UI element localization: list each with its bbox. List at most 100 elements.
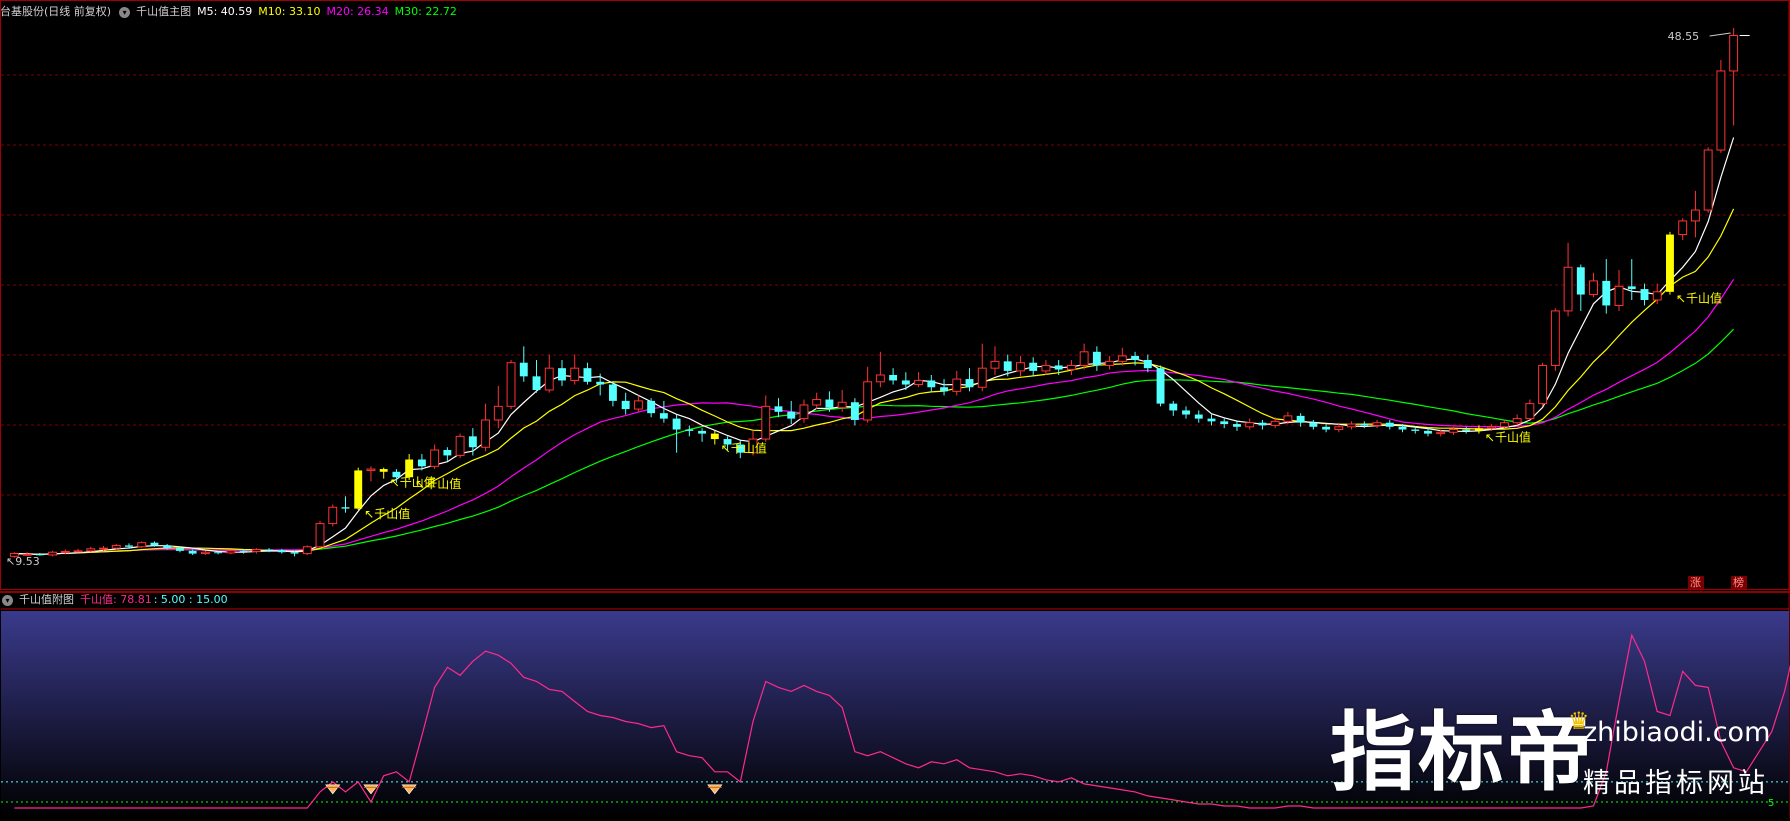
candle-body (1169, 403, 1178, 411)
candle-body (277, 550, 286, 553)
candle-body (455, 435, 465, 456)
candle-body (226, 550, 236, 554)
candle-body (1462, 429, 1471, 431)
high-pointer (1709, 32, 1731, 37)
corner-tag: 榜 (1733, 575, 1744, 589)
candle-body (1054, 365, 1063, 370)
ma10-line (14, 208, 1735, 555)
candle-body (596, 381, 605, 385)
candle-body (175, 548, 184, 551)
candle-body (1563, 266, 1573, 312)
signal-label: ↖千山值 (364, 506, 410, 521)
ma30-line (14, 328, 1735, 555)
candle-body (1602, 280, 1611, 306)
candle-body (532, 376, 541, 390)
ma-legend-item: M20: 26.34 (326, 5, 389, 18)
candle-body (163, 545, 172, 549)
main-indicator-name[interactable]: 千山值主图 (136, 5, 191, 18)
signal-label: ↖千山值 (1676, 291, 1722, 306)
candle-body (188, 550, 197, 554)
candle-body (1666, 234, 1674, 292)
candle-body (1029, 362, 1038, 371)
candle-body (1627, 286, 1636, 290)
candle-body (1131, 355, 1140, 360)
candle-body (251, 549, 261, 553)
candle-body (1296, 415, 1305, 423)
candle-body (1016, 362, 1025, 372)
chevron-down-icon[interactable]: ▾ (2, 594, 13, 606)
candlestick-series (9, 28, 1739, 558)
candle-body (1270, 420, 1280, 426)
high-price-label: 48.55 (1668, 30, 1700, 43)
candle-body (1398, 426, 1407, 430)
candle-body (837, 401, 847, 409)
candle-body (544, 367, 554, 391)
candle-body (1322, 426, 1331, 430)
candle-body (125, 545, 133, 547)
candle-body (1143, 359, 1152, 369)
candle-body (1233, 424, 1241, 427)
osc-value-label: 千山值: 78.81 (80, 593, 152, 606)
candle-body (761, 405, 771, 440)
candle-body (914, 379, 924, 386)
candle-body (710, 433, 719, 440)
low-price-label: ↖9.53 (6, 555, 40, 568)
signal-label: ↖千山值 (415, 476, 461, 491)
candle-body (621, 400, 630, 410)
candle-body (99, 547, 108, 550)
candle-body (150, 542, 159, 546)
candle-body (1690, 209, 1700, 222)
candle-body (940, 387, 948, 392)
candle-body (1220, 421, 1229, 425)
candle-body (1411, 429, 1420, 431)
candle-body (1576, 267, 1585, 295)
candle-body (583, 368, 592, 382)
candle-body (1474, 428, 1483, 431)
candle-body (774, 406, 783, 412)
main-panel-border (0, 0, 1790, 590)
candle-body (875, 374, 885, 383)
candle-body (672, 418, 681, 430)
candle-body (481, 419, 491, 448)
candle-body (1703, 149, 1713, 211)
sub-indicator-name[interactable]: 千山值附图 (19, 593, 74, 606)
signal-label: ↖千山值 (721, 441, 767, 456)
candle-body (341, 507, 350, 509)
candle-body (1499, 422, 1509, 428)
candle-body (977, 367, 987, 388)
candle-body (570, 367, 580, 381)
chevron-down-icon[interactable]: ▾ (119, 6, 131, 18)
candle-body (302, 546, 312, 555)
sub-background (1, 611, 1789, 818)
candle-body (1309, 422, 1318, 427)
candle-body (647, 400, 656, 414)
candle-body (685, 429, 694, 431)
candle-body (1487, 426, 1497, 429)
level-tick-label: 5 (1768, 798, 1774, 809)
candle-body (1156, 368, 1165, 404)
candle-body (1003, 361, 1012, 371)
signal-markers: ↖千山值↖千山值↖千山值↖千山值↖千山值↖千山值 (364, 291, 1722, 521)
candle-body (111, 544, 121, 549)
candle-body (405, 459, 414, 478)
ma-legend-item: M10: 33.10 (258, 5, 321, 18)
oscillator-panel: 5 (1, 608, 1790, 818)
candle-body (1614, 285, 1624, 306)
candle-body (379, 469, 388, 472)
moving-average-lines (14, 137, 1735, 555)
candle-body (965, 379, 974, 388)
candle-body (519, 362, 528, 377)
stock-name: 台基股份(日线 前复权) (0, 5, 112, 18)
candle-body (799, 404, 809, 420)
ma-legend-item: M5: 40.59 (197, 5, 253, 18)
candle-body (137, 542, 147, 548)
candle-body (1550, 310, 1560, 366)
candle-body (239, 550, 248, 552)
candle-body (901, 380, 910, 385)
candle-body (60, 551, 70, 554)
candle-body (1079, 351, 1089, 366)
candle-body (315, 523, 325, 548)
candle-body (863, 381, 873, 421)
candle-body (1092, 351, 1101, 366)
candle-body (1678, 220, 1688, 236)
